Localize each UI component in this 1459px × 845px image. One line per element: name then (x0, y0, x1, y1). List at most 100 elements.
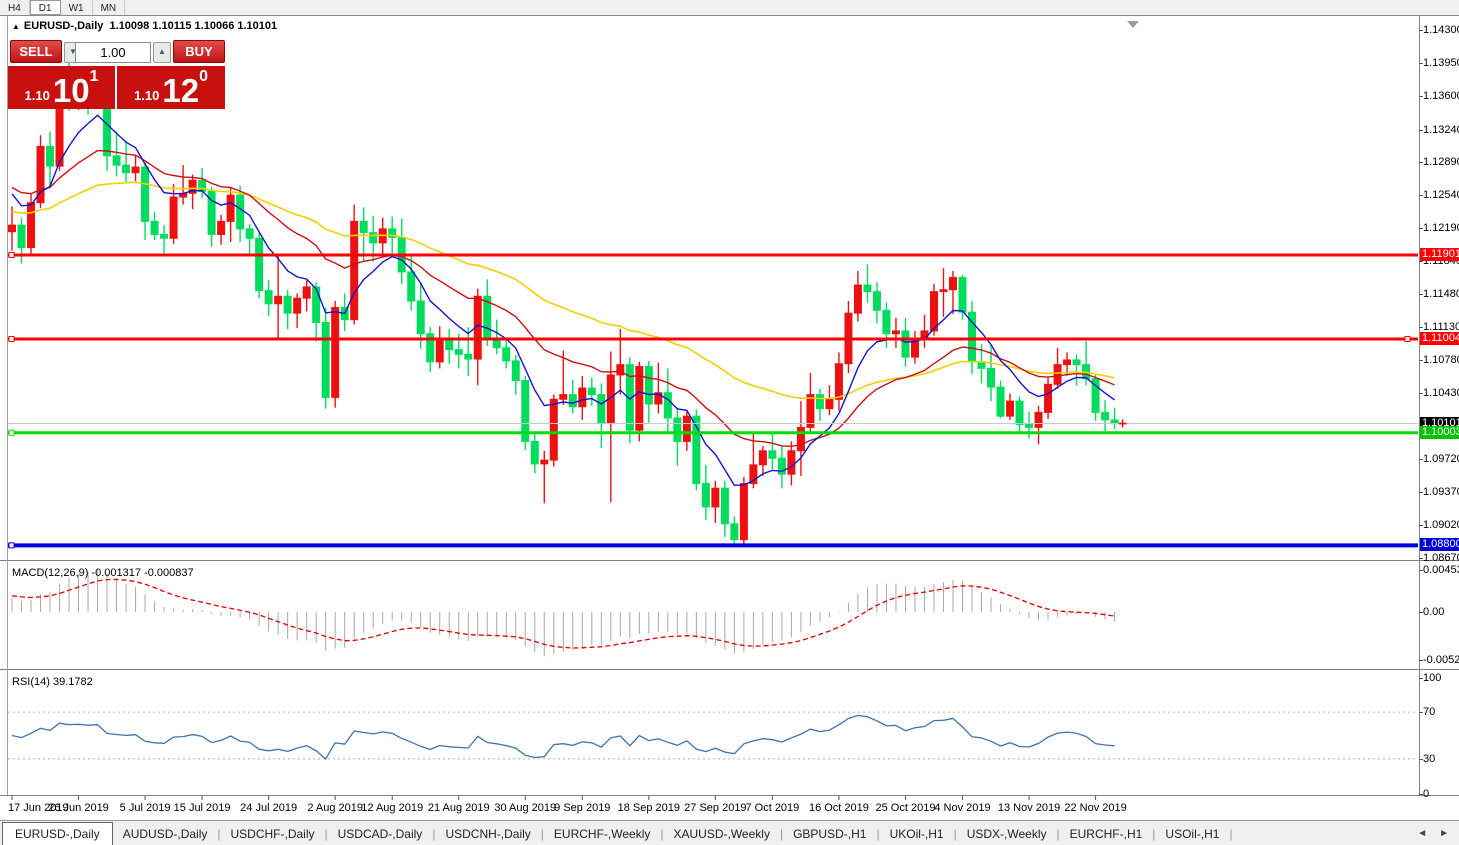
candle-body (1072, 359, 1081, 366)
candle-body (711, 487, 720, 508)
price-tick-label: 1.14300 (1423, 24, 1459, 37)
tab-usdcnh-daily[interactable]: USDCNH-,Daily (435, 824, 540, 844)
tab-usoil-h1[interactable]: USOil-,H1 (1155, 824, 1229, 844)
candle-body (416, 300, 425, 335)
candle-body (169, 196, 178, 239)
price-tick-label: 1.09370 (1423, 485, 1459, 498)
tab-usdchf-daily[interactable]: USDCHF-,Daily (221, 824, 325, 844)
candle-body (445, 338, 454, 351)
tab-usdx-weekly[interactable]: USDX-,Weekly (957, 824, 1057, 844)
chart-canvas (0, 16, 1459, 800)
volume-input[interactable] (75, 42, 151, 63)
rsi-tick-label: 30 (1423, 752, 1436, 765)
candle-body (1063, 359, 1072, 366)
candle-body (1044, 383, 1053, 413)
candle-body (264, 290, 273, 305)
candle-body (540, 459, 549, 465)
hline-anchor[interactable] (8, 429, 15, 436)
price-tick-label: 1.13240 (1423, 123, 1459, 136)
buy-price-point: 0 (199, 68, 208, 85)
candle-body (36, 145, 45, 204)
candle-body (8, 224, 16, 233)
date-label: 13 Nov 2019 (997, 802, 1061, 814)
tab-eurusd-daily[interactable]: EURUSD-,Daily (2, 821, 113, 845)
chart-tab-bar: EURUSD-,Daily AUDUSD-,Daily | USDCHF-,Daily… (0, 820, 1459, 845)
onetick-panel-toggle-icon[interactable]: ▲ (12, 22, 20, 31)
timeframe-button-h4[interactable]: H4 (0, 0, 30, 15)
candle-body (312, 286, 321, 324)
chart-shift-icon[interactable] (1127, 21, 1139, 28)
candle-body (226, 194, 235, 222)
macd-tick-label: 0.00 (1423, 606, 1445, 618)
candle-body (730, 523, 739, 541)
candle-body (274, 295, 283, 305)
candle-body (112, 155, 121, 166)
tab-gbpusd-h1[interactable]: GBPUSD-,H1 (783, 824, 876, 844)
sell-button[interactable]: SELL (10, 40, 62, 63)
candle-body (255, 237, 264, 292)
candle-body (454, 349, 463, 355)
price-tick-label: 1.10780 (1423, 353, 1459, 366)
price-tick-label: 1.09720 (1423, 453, 1459, 466)
chart-window: ▲ EURUSD-,Daily 1.10098 1.10115 1.10066 1… (0, 16, 1459, 820)
candle-body (150, 220, 159, 235)
candle-body (587, 387, 596, 396)
candle-body (853, 284, 862, 314)
candle-body (293, 297, 302, 314)
chart-title: ▲ EURUSD-,Daily 1.10098 1.10115 1.10066 1… (12, 20, 277, 32)
tab-scroll-left-icon[interactable]: ◄ (1417, 828, 1427, 839)
timeframe-button-w1[interactable]: W1 (61, 0, 93, 15)
buy-price-display[interactable]: 1.10 12 0 (117, 66, 225, 109)
candle-body (1006, 400, 1015, 417)
timeframe-button-d1[interactable]: D1 (29, 0, 61, 15)
tab-scroll-right-icon[interactable]: ► (1439, 828, 1449, 839)
candle-body (768, 450, 777, 459)
price-tick-label: 1.11480 (1423, 288, 1459, 301)
candle-body (511, 360, 520, 382)
price-tick-label: 1.10430 (1423, 386, 1459, 399)
tab-ukoil-h1[interactable]: UKOil-,H1 (880, 824, 954, 844)
timeframe-button-mn[interactable]: MN (93, 0, 126, 15)
date-label: 12 Aug 2019 (361, 802, 424, 814)
rsi-tick-label: 0 (1423, 788, 1430, 800)
date-label: 2 Aug 2019 (307, 802, 363, 814)
candle-body (901, 330, 910, 358)
candle-body (1025, 424, 1034, 428)
macd-tick-label: 0.004536 (1423, 563, 1459, 576)
price-line-label: 1.10003 (1420, 425, 1459, 439)
hline-anchor[interactable] (8, 335, 15, 342)
candle-body (948, 277, 957, 291)
price-tick-label: 1.08670 (1423, 551, 1459, 564)
tab-eurchf-weekly[interactable]: EURCHF-,Weekly (544, 824, 660, 844)
tab-eurchf-h1[interactable]: EURCHF-,H1 (1060, 824, 1153, 844)
candle-body (321, 322, 330, 398)
hline-anchor[interactable] (8, 252, 15, 258)
candle-body (198, 179, 207, 192)
candle-body (644, 366, 653, 405)
candle-body (283, 295, 292, 314)
candle-body (1034, 411, 1043, 428)
candle-body (1101, 411, 1110, 421)
price-tick-label: 1.13600 (1423, 89, 1459, 102)
candle-body (891, 330, 900, 335)
price-line-label: 1.08800 (1420, 538, 1459, 552)
candle-body (217, 220, 226, 235)
tab-audusd-daily[interactable]: AUDUSD-,Daily (113, 824, 218, 844)
tab-xauusd-weekly[interactable]: XAUUSD-,Weekly (663, 824, 779, 844)
candle-body (131, 166, 140, 174)
candle-body (758, 450, 767, 466)
rsi-tick-label: 70 (1423, 706, 1436, 719)
sell-price-display[interactable]: 1.10 10 1 (8, 66, 115, 109)
tab-usdcad-daily[interactable]: USDCAD-,Daily (328, 824, 433, 844)
candle-body (1015, 400, 1024, 426)
buy-button[interactable]: BUY (173, 40, 225, 63)
candle-body (407, 271, 416, 302)
candle-body (939, 289, 948, 293)
candle-body (302, 286, 311, 299)
hline-anchor[interactable] (8, 542, 15, 549)
volume-increase-button[interactable]: ▲ (153, 42, 171, 63)
hline-anchor[interactable] (1404, 335, 1411, 342)
buy-price-pips: 12 (162, 72, 200, 109)
sell-price-point: 1 (89, 68, 99, 85)
candle-body (435, 338, 444, 363)
